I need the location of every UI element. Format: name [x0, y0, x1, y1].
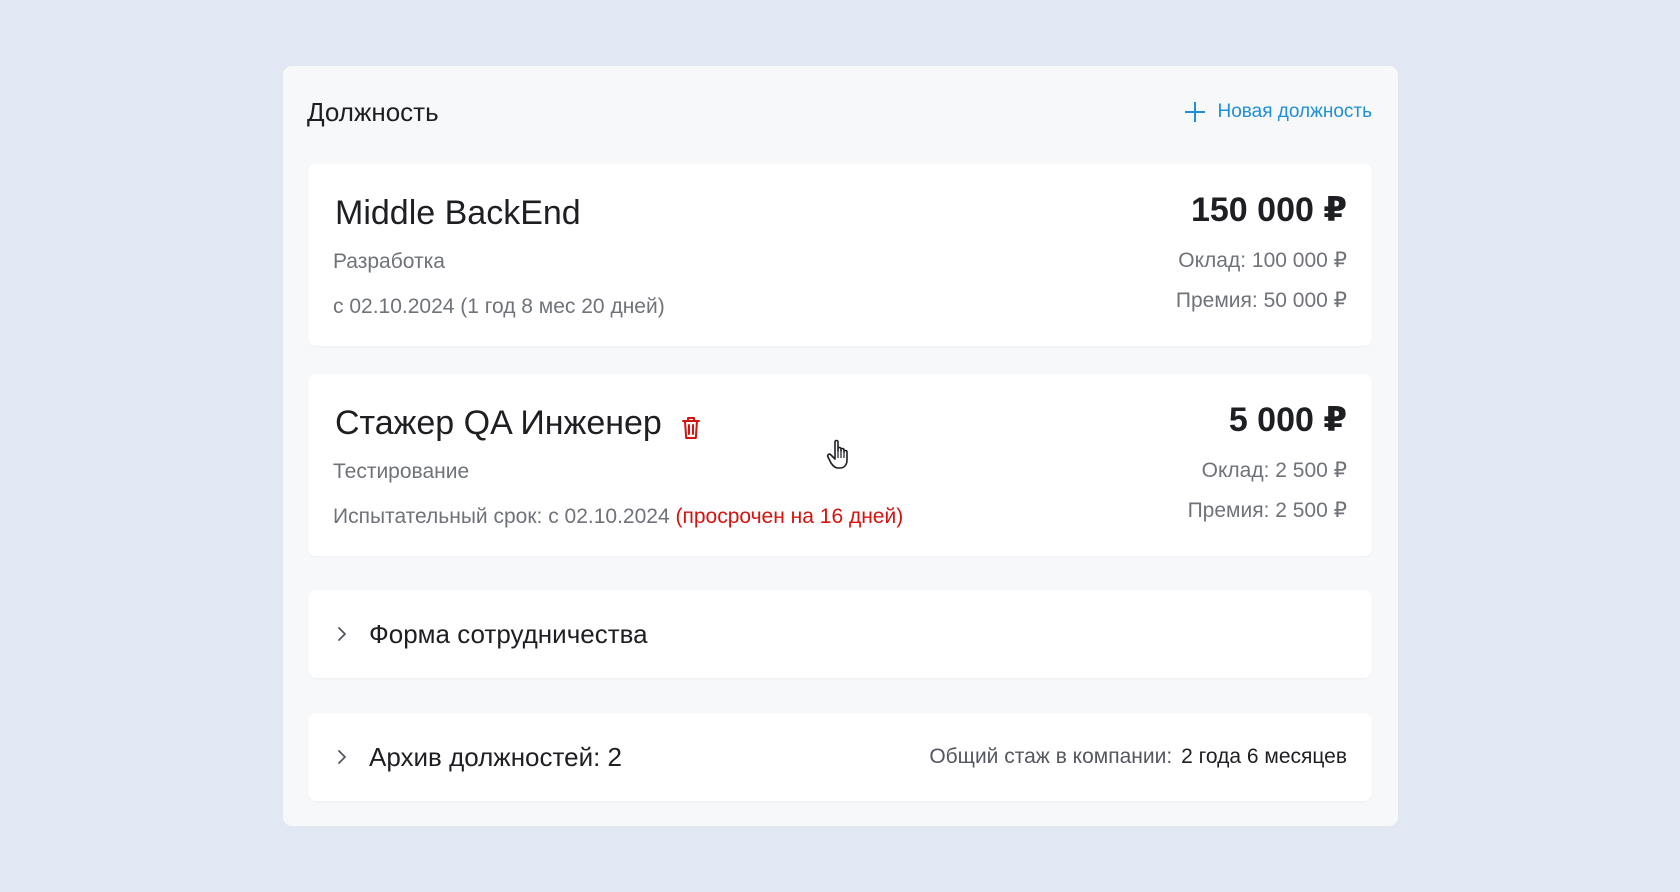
overdue-text: (просрочен на 16 дней): [675, 505, 904, 528]
position-salary: Оклад: 2 500 ₽: [1201, 459, 1347, 482]
position-probation: Испытательный срок: с 02.10.2024 (просро…: [333, 505, 903, 529]
archive-toggle[interactable]: Архив должностей: 2: [335, 742, 622, 773]
tenure-label: Общий стаж в компании:: [929, 745, 1173, 768]
new-position-button[interactable]: Новая должность: [1184, 101, 1373, 123]
panel-title: Должность: [307, 96, 439, 127]
probation-text: Испытательный срок: с 02.10.2024: [333, 505, 670, 528]
position-total: 150 000 ₽: [1190, 191, 1347, 229]
chevron-right-icon: [335, 748, 349, 766]
cooperation-row: Форма сотрудничества: [335, 590, 1347, 678]
hand-cursor-icon: [826, 438, 854, 470]
position-bonus: Премия: 2 500 ₽: [1187, 499, 1347, 522]
tenure-value: 2 года 6 месяцев: [1181, 745, 1347, 768]
position-department: Разработка: [333, 250, 445, 273]
archive-label: Архив должностей: 2: [369, 741, 623, 772]
new-position-label: Новая должность: [1217, 101, 1373, 122]
archive-section[interactable]: Архив должностей: 2 Общий стаж в компани…: [308, 713, 1372, 801]
cooperation-label: Форма сотрудничества: [369, 618, 648, 649]
position-title-row: Стажер QA Инженер: [335, 404, 702, 443]
position-title-row: Middle BackEnd: [335, 194, 581, 233]
tenure-info: Общий стаж в компании: 2 года 6 месяцев: [929, 745, 1347, 769]
position-date: с 02.10.2024 (1 год 8 мес 20 дней): [333, 295, 665, 318]
position-department: Тестирование: [333, 460, 470, 483]
panel-header: Должность Новая должность: [307, 94, 1372, 130]
position-bonus: Премия: 50 000 ₽: [1175, 289, 1347, 312]
chevron-right-icon: [335, 625, 349, 643]
position-card[interactable]: Middle BackEnd Разработка с 02.10.2024 (…: [308, 164, 1372, 346]
position-total: 5 000 ₽: [1228, 401, 1347, 439]
position-title: Стажер QA Инженер: [335, 404, 662, 442]
position-salary: Оклад: 100 000 ₽: [1178, 249, 1347, 272]
cooperation-toggle[interactable]: Форма сотрудничества: [335, 619, 648, 650]
cooperation-section[interactable]: Форма сотрудничества: [308, 590, 1372, 678]
trash-icon[interactable]: [680, 411, 702, 439]
position-title: Middle BackEnd: [335, 194, 581, 232]
plus-icon: [1184, 101, 1206, 123]
archive-row: Архив должностей: 2 Общий стаж в компани…: [335, 713, 1347, 801]
